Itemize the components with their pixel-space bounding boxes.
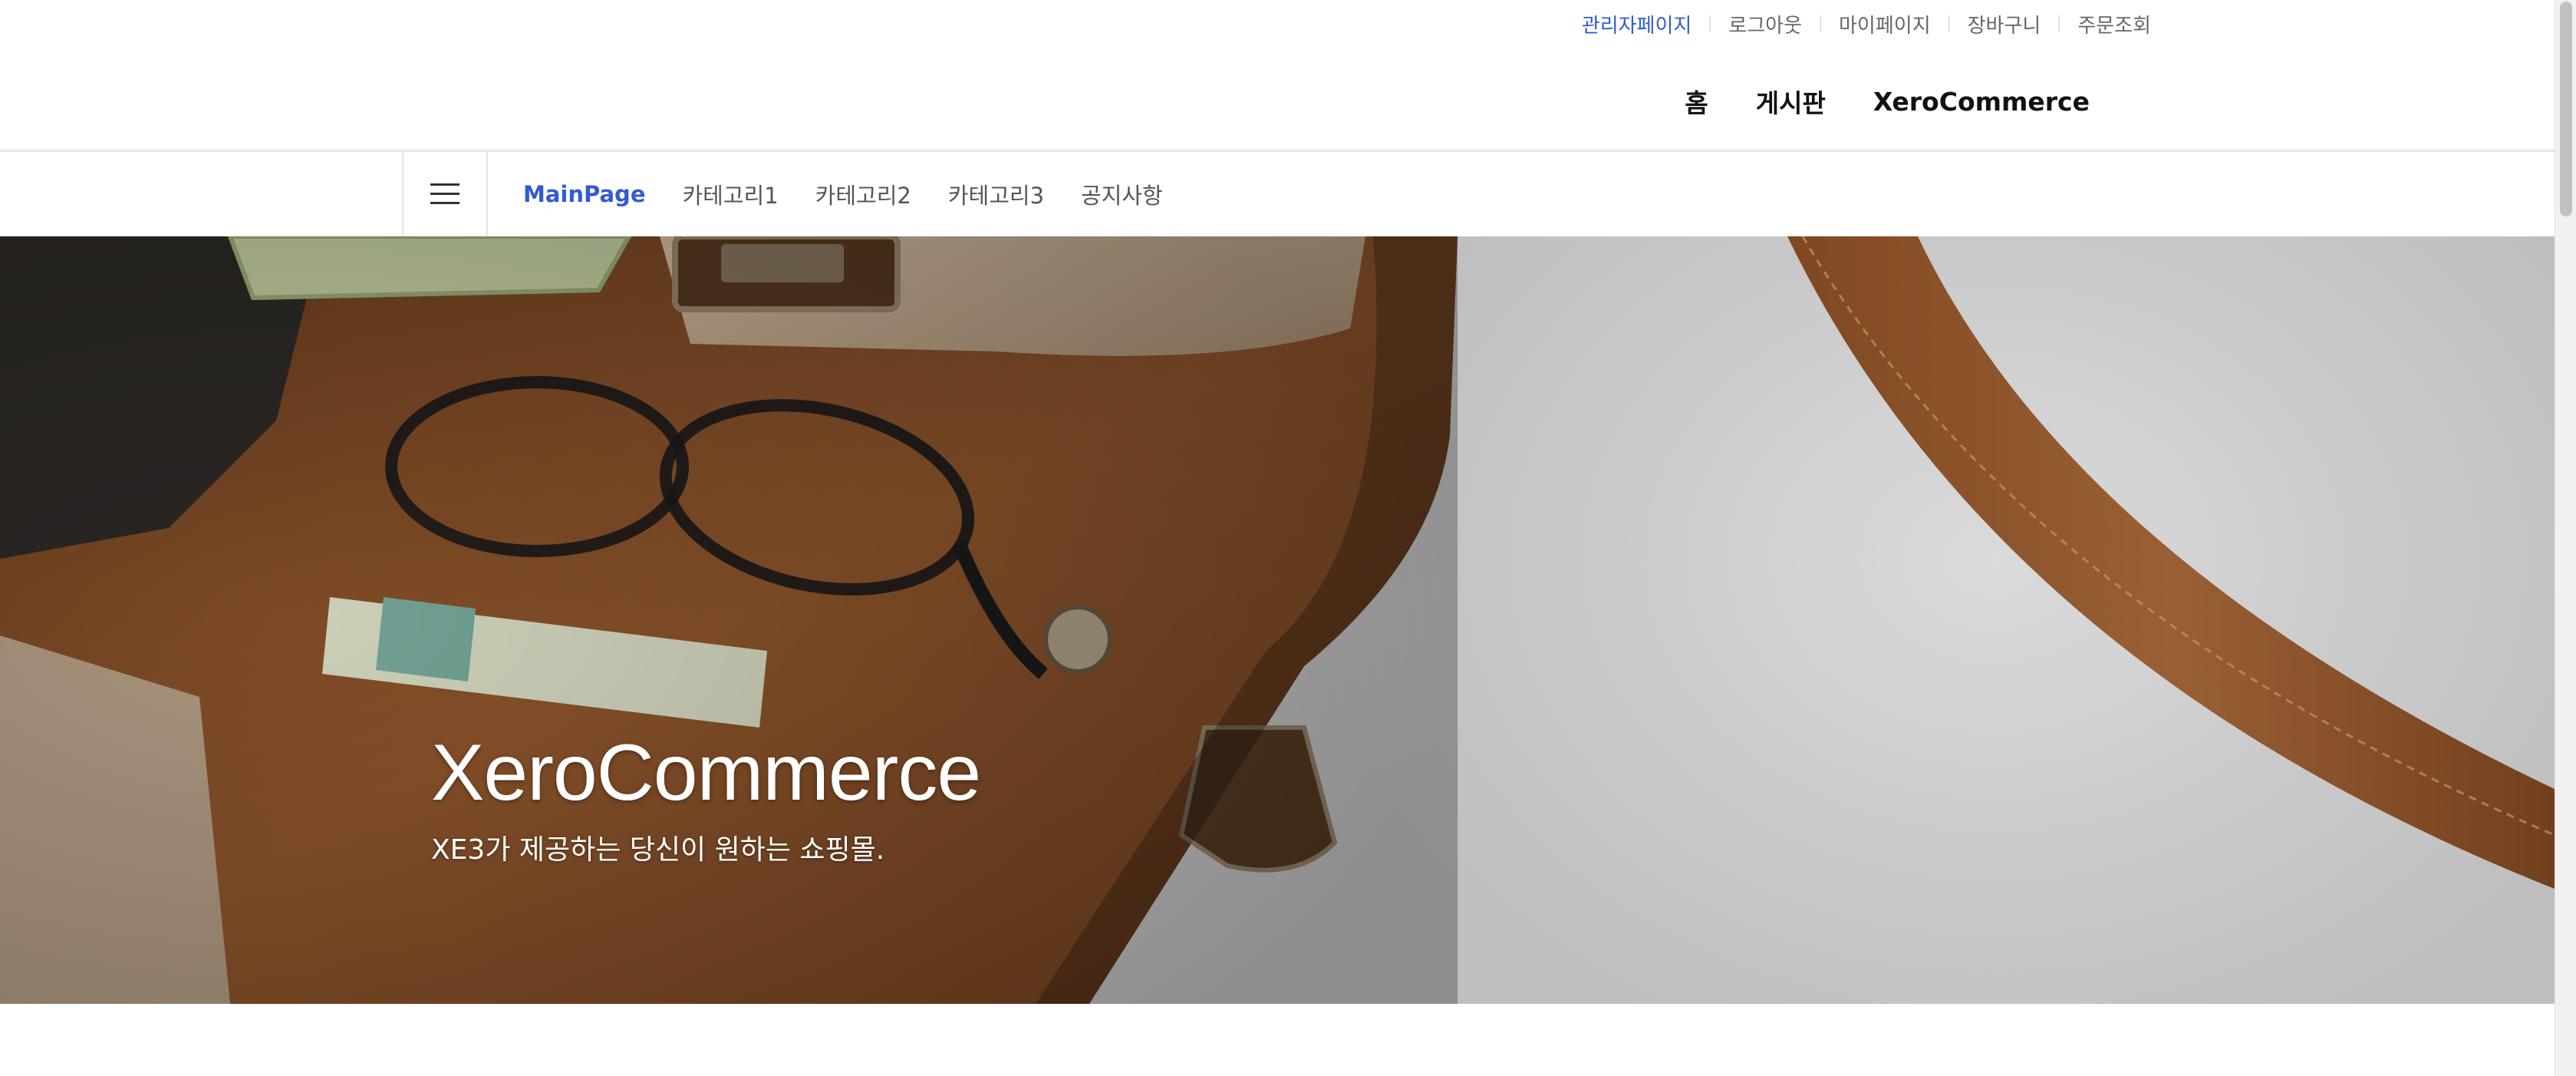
category-nav: MainPage 카테고리1 카테고리2 카테고리3 공지사항: [0, 152, 2555, 236]
category-item-mainpage[interactable]: MainPage: [523, 181, 646, 207]
page-scrollbar[interactable]: [2555, 0, 2576, 1076]
hero-title: XeroCommerce: [431, 728, 981, 817]
hero-banner: XeroCommerce XE3가 제공하는 당신이 원하는 쇼핑몰.: [0, 236, 2555, 1004]
menu-toggle-button[interactable]: [402, 152, 488, 236]
cart-link[interactable]: 장바구니: [1968, 10, 2041, 38]
admin-page-link[interactable]: 관리자페이지: [1582, 10, 1692, 38]
nav-home[interactable]: 홈: [1685, 83, 1708, 120]
nav-board[interactable]: 게시판: [1756, 83, 1826, 120]
utility-nav: 관리자페이지 로그아웃 마이페이지 장바구니 주문조회: [1582, 0, 2151, 48]
category-item-3[interactable]: 카테고리3: [948, 178, 1044, 210]
divider: [1709, 15, 1711, 32]
divider: [1820, 15, 1822, 32]
hero-subtitle: XE3가 제공하는 당신이 원하는 쇼핑몰.: [431, 834, 885, 866]
divider: [2058, 15, 2060, 32]
category-item-2[interactable]: 카테고리2: [815, 178, 911, 210]
divider: [1948, 15, 1950, 32]
page: 관리자페이지 로그아웃 마이페이지 장바구니 주문조회 홈 게시판 XeroCo…: [0, 0, 2576, 1076]
hero-image: [0, 236, 2555, 1004]
logout-link[interactable]: 로그아웃: [1728, 10, 1802, 38]
scrollbar-thumb[interactable]: [2560, 2, 2572, 216]
main-nav: 홈 게시판 XeroCommerce: [1685, 78, 2090, 124]
order-lookup-link[interactable]: 주문조회: [2077, 10, 2151, 38]
nav-xerocommerce[interactable]: XeroCommerce: [1873, 87, 2090, 117]
mypage-link[interactable]: 마이페이지: [1839, 10, 1931, 38]
category-list: MainPage 카테고리1 카테고리2 카테고리3 공지사항: [523, 152, 1200, 236]
category-item-1[interactable]: 카테고리1: [683, 178, 779, 210]
category-item-notice[interactable]: 공지사항: [1081, 178, 1163, 210]
hamburger-menu-icon: [430, 183, 460, 205]
